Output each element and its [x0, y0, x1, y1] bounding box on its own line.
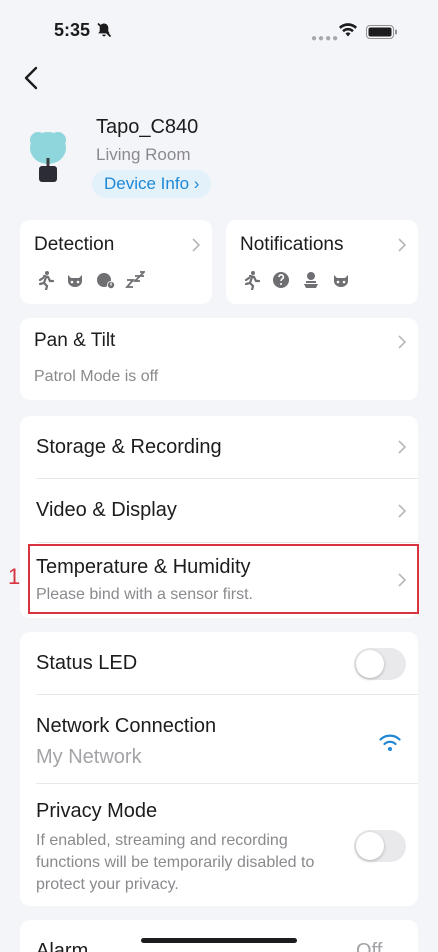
device-header: Tapo_C840 Living Room Device Info › — [28, 112, 418, 202]
storage-recording-row[interactable]: Storage & Recording — [20, 416, 418, 478]
device-room: Living Room — [96, 145, 191, 164]
pan-tilt-title: Pan & Tilt — [34, 330, 116, 351]
status-time: 5:35 — [54, 20, 91, 40]
notifications-icons — [241, 270, 351, 290]
person-running-icon — [38, 271, 55, 290]
toggles-group: Status LED Network Connection My Network… — [20, 632, 418, 906]
network-connection-row[interactable]: Network Connection My Network — [20, 695, 418, 783]
person-running-icon — [244, 271, 261, 290]
home-indicator — [141, 938, 297, 943]
privacy-mode-label: Privacy Mode — [36, 800, 158, 822]
patrol-mode-status: Patrol Mode is off — [34, 368, 159, 385]
chevron-right-icon — [192, 238, 201, 252]
status-led-toggle[interactable] — [354, 648, 406, 680]
storage-recording-label: Storage & Recording — [36, 436, 222, 458]
privacy-mode-row: Privacy Mode If enabled, streaming and r… — [20, 784, 418, 906]
status-bar: 5:35 ●●●● — [0, 0, 438, 60]
device-info-label: Device Info — [104, 174, 190, 193]
network-connection-label: Network Connection — [36, 715, 217, 737]
package-icon — [304, 272, 318, 288]
alarm-label: Alarm — [36, 940, 89, 952]
bell-muted-icon — [97, 22, 112, 38]
chevron-right-icon — [398, 335, 407, 349]
video-display-row[interactable]: Video & Display — [20, 479, 418, 542]
chevron-right-icon — [398, 238, 407, 252]
alarm-card[interactable]: Alarm Off — [20, 920, 418, 952]
wifi-icon — [379, 734, 401, 751]
status-led-label: Status LED — [36, 652, 138, 674]
chevron-right-icon — [398, 504, 407, 518]
battery-icon — [366, 25, 397, 39]
network-name: My Network — [36, 746, 142, 768]
alarm-value: Off — [356, 940, 383, 952]
privacy-mode-description: If enabled, streaming and recording func… — [36, 832, 315, 893]
detection-title: Detection — [34, 234, 115, 255]
sleep-icon — [125, 271, 145, 288]
notifications-card[interactable]: Notifications — [226, 220, 418, 304]
baby-cry-icon — [97, 273, 115, 289]
detection-card[interactable]: Detection — [20, 220, 212, 304]
chevron-right-icon: › — [193, 174, 200, 193]
video-display-label: Video & Display — [36, 499, 177, 521]
annotation-marker: 1 — [8, 564, 21, 589]
device-info-button[interactable]: Device Info › — [92, 170, 212, 198]
pan-tilt-card[interactable]: Pan & Tilt Patrol Mode is off — [20, 318, 418, 400]
highlight-box — [28, 544, 419, 614]
chevron-right-icon — [398, 440, 407, 454]
sound-icon — [273, 272, 289, 288]
notifications-title: Notifications — [240, 234, 344, 255]
pet-icon — [68, 275, 82, 287]
camera-device-image — [30, 132, 66, 182]
device-name: Tapo_C840 — [96, 116, 199, 138]
back-arrow-icon[interactable] — [20, 64, 44, 92]
status-led-row: Status LED — [20, 632, 418, 694]
wifi-status-icon — [339, 23, 357, 37]
signal-dots-icon: ●●●● — [311, 33, 340, 44]
detection-icons — [35, 270, 145, 290]
pet-icon — [334, 275, 348, 287]
privacy-mode-toggle[interactable] — [354, 830, 406, 862]
